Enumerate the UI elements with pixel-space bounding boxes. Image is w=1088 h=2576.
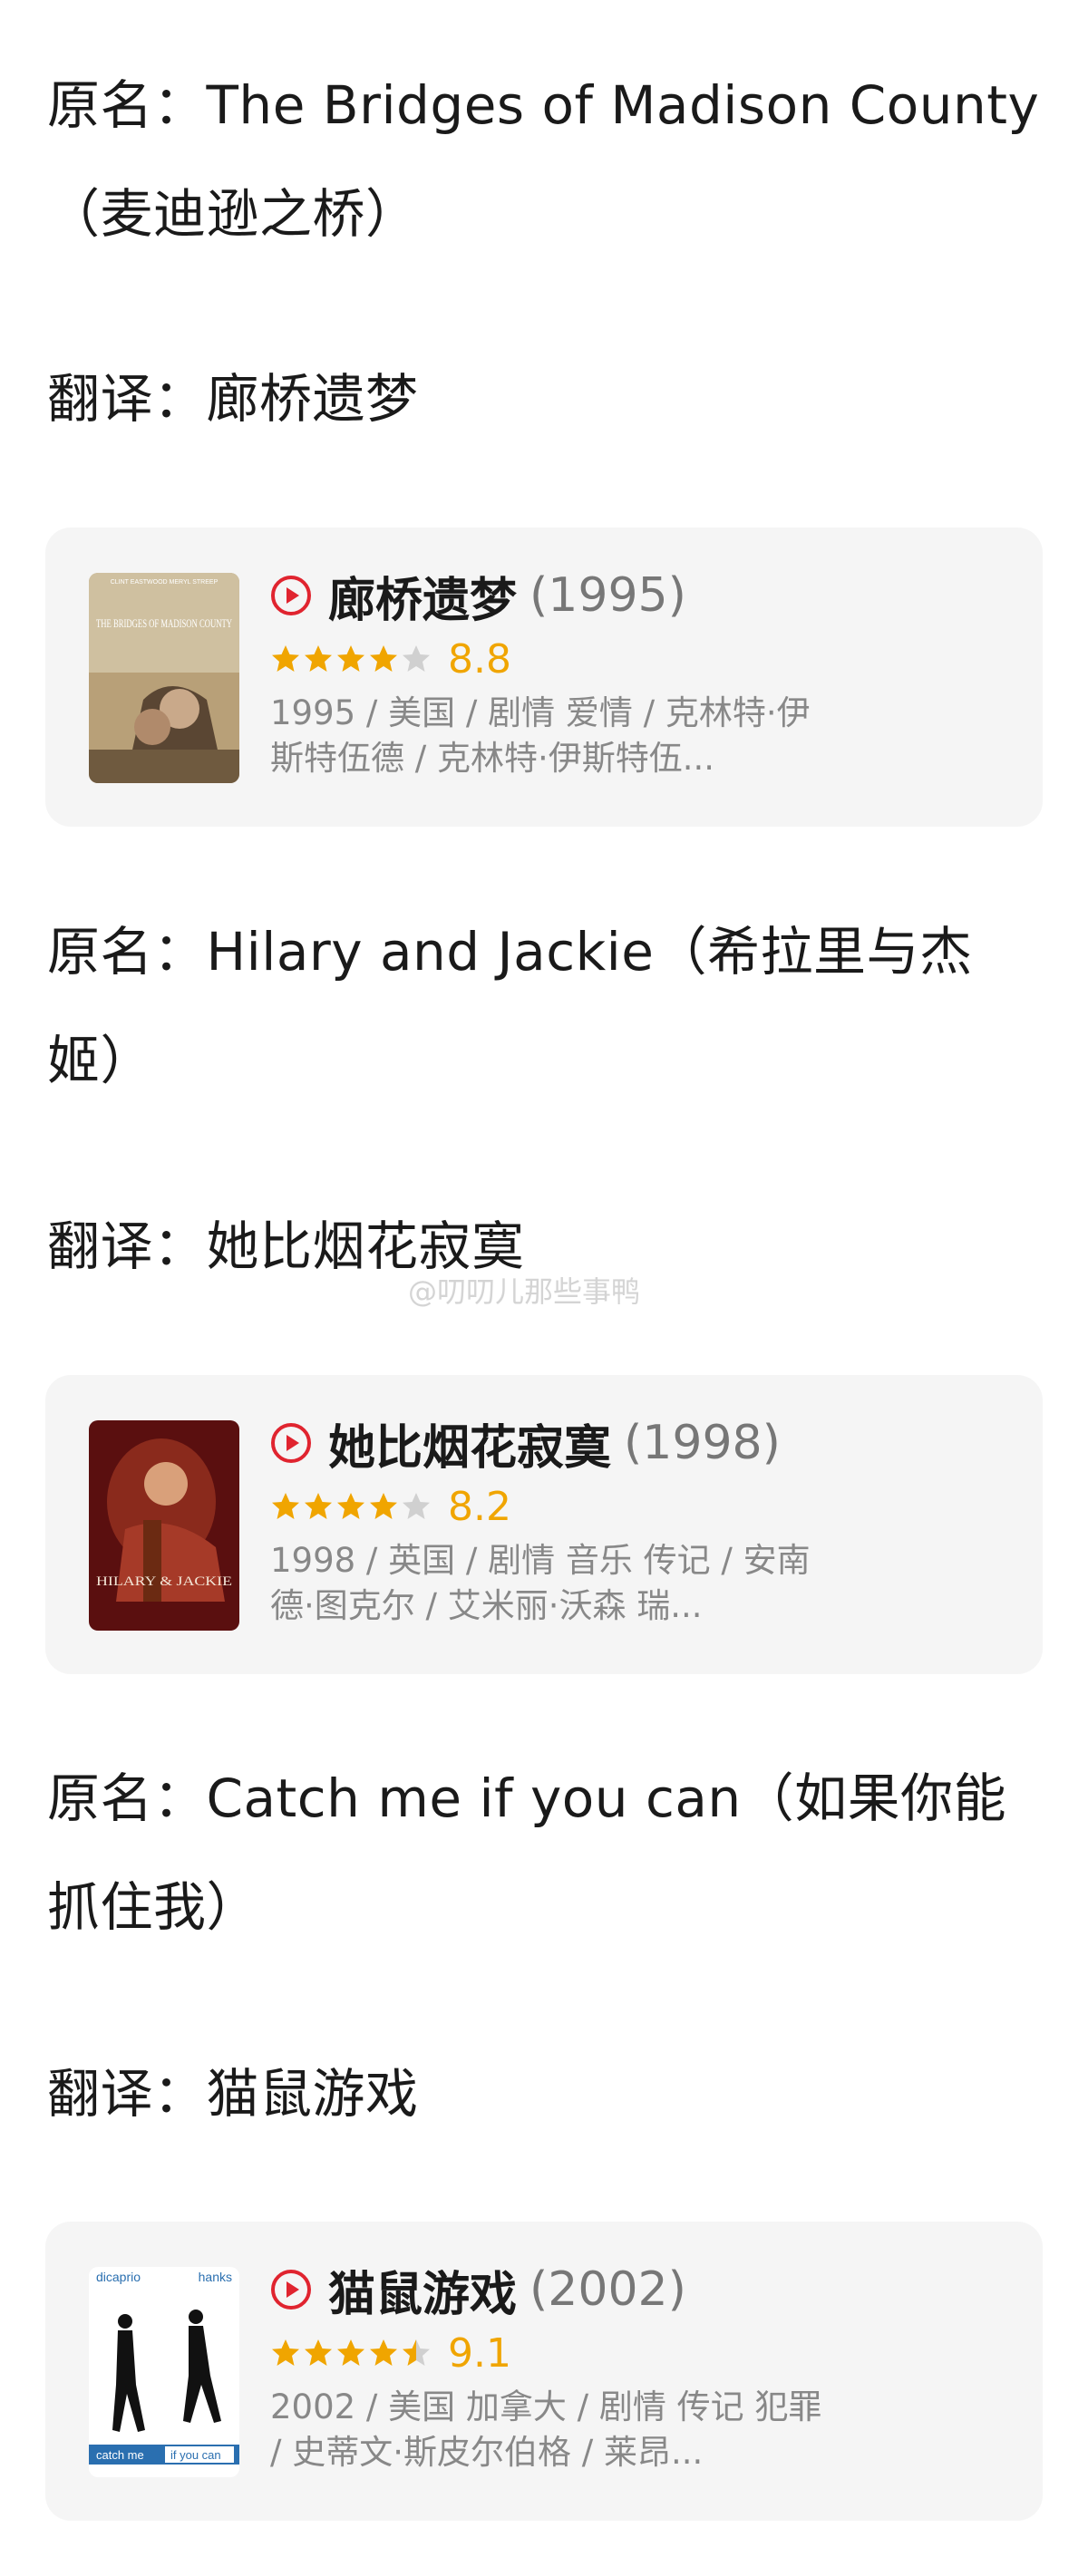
star-icon — [272, 2339, 299, 2366]
star-icon — [370, 2339, 397, 2366]
star-icon — [272, 645, 299, 672]
star-icon — [305, 2339, 332, 2366]
movie-title[interactable]: 猫鼠游戏 — [328, 2256, 517, 2324]
poster-title-text: HILARY & JACKIE — [96, 1574, 232, 1589]
rating-score: 9.1 — [448, 2329, 511, 2377]
play-circle-icon[interactable] — [270, 575, 312, 616]
poster-title-left: catch me — [96, 2448, 144, 2462]
star-icon — [337, 2339, 364, 2366]
movie-meta: 2002 / 美国 加拿大 / 剧情 传记 犯罪 / 史蒂文·斯皮尔伯格 / 莱… — [270, 2387, 822, 2472]
rating-stars — [270, 644, 432, 674]
movie-poster: HILARY & JACKIE — [89, 1420, 239, 1631]
play-circle-icon[interactable] — [270, 1422, 312, 1464]
rating-stars — [270, 1491, 432, 1522]
rating-score: 8.2 — [448, 1483, 511, 1530]
star-icon — [305, 1493, 332, 1519]
movie-info: 廊桥遗梦 (1995) 8.8 1995 / 美国 / 剧情 爱情 / 克林特·… — [270, 567, 996, 781]
movie-poster: CLINT EASTWOOD MERYL STREEP THE BRIDGES … — [89, 573, 239, 783]
star-icon — [337, 1493, 364, 1519]
movie-card[interactable]: dicaprio hanks catch me if you can 猫鼠游戏 … — [45, 2222, 1043, 2521]
translation-3: 翻译：猫鼠游戏 — [47, 2063, 419, 2125]
star-icon — [403, 1493, 430, 1519]
play-circle-icon[interactable] — [270, 2269, 312, 2310]
poster-top-text: CLINT EASTWOOD MERYL STREEP — [111, 579, 219, 586]
movie-title[interactable]: 廊桥遗梦 — [328, 562, 517, 630]
poster-title-right: if you can — [170, 2448, 221, 2462]
movie-title[interactable]: 她比烟花寂寞 — [328, 1409, 611, 1477]
movie-meta: 1995 / 美国 / 剧情 爱情 / 克林特·伊斯特伍德 / 克林特·伊斯特伍… — [270, 693, 811, 778]
movie-card[interactable]: HILARY & JACKIE 她比烟花寂寞 (1998) 8.2 1998 /… — [45, 1375, 1043, 1674]
watermark: @叨叨儿那些事鸭 — [408, 1274, 641, 1309]
star-icon — [403, 645, 430, 672]
movie-year: (2002) — [529, 2262, 686, 2317]
original-title-1: 原名：The Bridges of Madison County（麦迪逊之桥） — [47, 74, 1040, 245]
movie-year: (1998) — [624, 1416, 781, 1470]
star-icon — [370, 645, 397, 672]
rating-score: 8.8 — [448, 635, 511, 683]
star-icon — [370, 1493, 397, 1519]
star-icon — [272, 1493, 299, 1519]
original-title-2: 原名：Hilary and Jackie（希拉里与杰姬） — [47, 921, 973, 1091]
translation-1: 翻译：廊桥遗梦 — [47, 368, 419, 430]
movie-card[interactable]: CLINT EASTWOOD MERYL STREEP THE BRIDGES … — [45, 528, 1043, 827]
original-title-3: 原名：Catch me if you can（如果你能抓住我） — [47, 1767, 1007, 1938]
poster-left-name: dicaprio — [96, 2270, 141, 2284]
poster-right-name: hanks — [199, 2270, 232, 2284]
star-icon — [305, 645, 332, 672]
movie-info: 她比烟花寂寞 (1998) 8.2 1998 / 英国 / 剧情 音乐 传记 /… — [270, 1415, 996, 1629]
movie-info: 猫鼠游戏 (2002) 9.1 2002 / 美国 加拿大 / 剧情 传记 犯罪… — [270, 2261, 996, 2475]
movie-year: (1995) — [529, 568, 686, 623]
star-icon — [403, 2339, 430, 2366]
star-icon — [337, 645, 364, 672]
poster-title-text: THE BRIDGES OF MADISON COUNTY — [96, 616, 232, 630]
movie-meta: 1998 / 英国 / 剧情 音乐 传记 / 安南德·图克尔 / 艾米丽·沃森 … — [270, 1541, 811, 1625]
rating-stars — [270, 2338, 432, 2368]
movie-poster: dicaprio hanks catch me if you can — [89, 2267, 239, 2477]
